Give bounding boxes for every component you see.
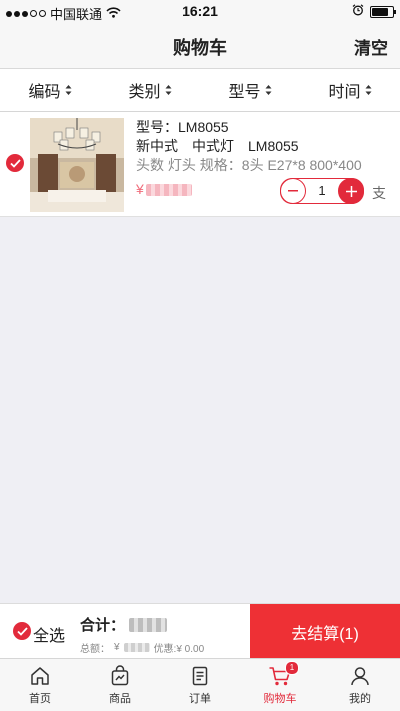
total-amount-label: 总额： [80, 644, 110, 655]
sort-by-time[interactable]: 时间 [300, 78, 400, 102]
total-redacted [129, 617, 168, 632]
product-image[interactable] [30, 118, 124, 212]
quantity-stepper: 1 [280, 178, 364, 204]
status-time: 16:21 [182, 3, 218, 19]
bag-icon [111, 665, 129, 686]
sort-arrows-icon [365, 84, 372, 96]
alarm-icon [352, 4, 364, 19]
product-category: 新中式 中式灯 LM8055 [136, 138, 299, 154]
tab-cart[interactable]: 1 购物车 [240, 659, 320, 711]
tab-products[interactable]: 商品 [80, 659, 160, 711]
total-summary: 合计： [80, 614, 168, 635]
amount-summary: 总额： ¥ 优惠:¥ 0.00 [80, 640, 204, 655]
sort-label: 类别 [128, 84, 161, 101]
page-title: 购物车 [173, 38, 227, 58]
tab-label: 我的 [349, 693, 371, 705]
total-amount-redacted [123, 643, 150, 652]
tab-label: 商品 [109, 693, 131, 705]
tab-label: 首页 [29, 693, 51, 705]
sort-label: 型号 [228, 84, 261, 101]
tab-label: 订单 [189, 693, 211, 705]
sort-bar: 编码 类别 型号 时间 [0, 69, 400, 112]
total-amount-currency: ¥ [114, 642, 120, 653]
tab-orders[interactable]: 订单 [160, 659, 240, 711]
tab-profile[interactable]: 我的 [320, 659, 400, 711]
product-spec: 头数 灯头 规格：8头 E27*8 800*400 [136, 157, 362, 173]
document-icon [192, 666, 208, 686]
price-currency: ¥ [136, 181, 144, 197]
price-redacted [145, 183, 192, 196]
sort-arrows-icon [165, 84, 172, 96]
increase-quantity-button[interactable] [338, 178, 364, 204]
product-model: 型号：LM8055 [136, 119, 229, 135]
decrease-quantity-button[interactable] [280, 178, 306, 204]
select-all-label[interactable]: 全选 [33, 622, 65, 646]
minus-icon [288, 190, 298, 192]
checkout-button[interactable]: 去结算(1) [250, 604, 400, 659]
select-all-checkbox[interactable] [13, 622, 31, 640]
checkmark-icon [9, 158, 21, 168]
quantity-value[interactable]: 1 [305, 183, 339, 198]
checkout-bar: 全选 合计： 总额： ¥ 优惠:¥ 0.00 去结算(1) [0, 603, 400, 659]
discount-label: 优惠:¥ 0.00 [153, 644, 205, 655]
status-bar: 中国联通 16:21 [0, 0, 400, 22]
home-icon [31, 667, 49, 685]
plus-icon [345, 185, 357, 197]
tab-bar: 首页 商品 订单 1 购物车 我的 [0, 658, 400, 711]
status-bar-right [352, 4, 396, 19]
battery-icon [370, 5, 396, 18]
tab-label: 购物车 [263, 693, 297, 705]
sort-by-model[interactable]: 型号 [200, 78, 300, 102]
item-select-checkbox[interactable] [6, 154, 24, 172]
checkmark-icon [16, 626, 28, 636]
person-icon [351, 667, 369, 686]
nav-bar: 购物车 清空 [0, 22, 400, 69]
tab-home[interactable]: 首页 [0, 659, 80, 711]
sort-arrows-icon [65, 84, 72, 96]
sort-label: 编码 [28, 84, 61, 101]
total-label: 合计： [80, 617, 126, 634]
clear-cart-button[interactable]: 清空 [354, 34, 388, 59]
sort-label: 时间 [328, 84, 361, 101]
sort-arrows-icon [265, 84, 272, 96]
sort-by-code[interactable]: 编码 [0, 78, 100, 102]
quantity-unit: 支 [372, 185, 386, 201]
cart-count-badge: 1 [285, 661, 299, 675]
sort-by-category[interactable]: 类别 [100, 78, 200, 102]
